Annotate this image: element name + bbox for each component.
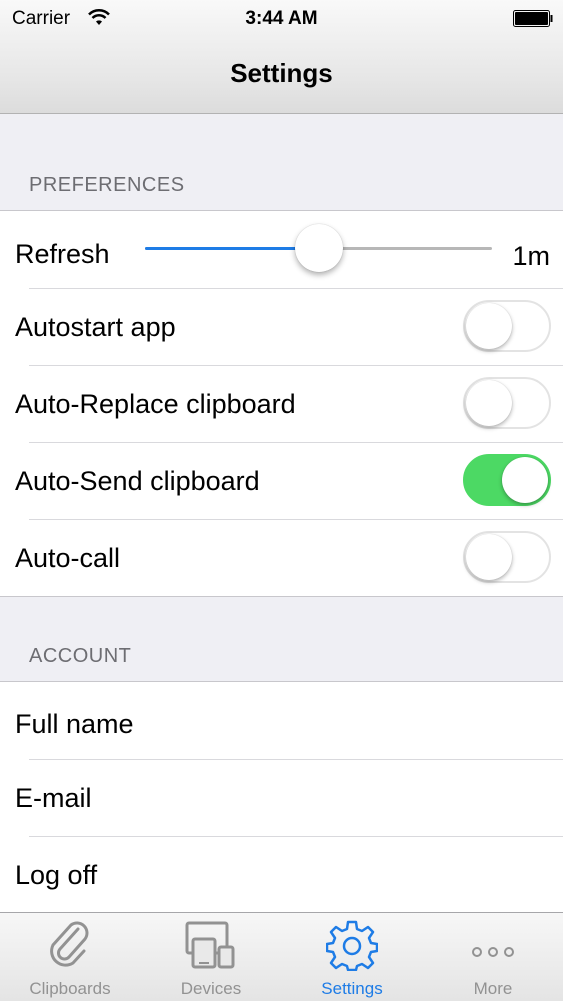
tab-devices-label: Devices: [180, 979, 242, 998]
preferences-header: PREFERENCES: [29, 174, 185, 196]
switch-knob: [466, 380, 512, 426]
account-header: ACCOUNT: [29, 645, 132, 667]
full-name-row[interactable]: Full name: [0, 682, 563, 759]
refresh-slider[interactable]: [145, 224, 492, 272]
auto-send-label: Auto-Send clipboard: [15, 466, 260, 496]
refresh-slider-thumb[interactable]: [294, 224, 343, 272]
auto-replace-label: Auto-Replace clipboard: [15, 389, 296, 419]
switch-knob: [502, 457, 548, 503]
more-icon: [472, 947, 514, 957]
tab-clipboards-label: Clipboards: [29, 979, 111, 998]
auto-send-switch[interactable]: [463, 454, 551, 506]
preferences-group: Refresh 1m Autostart app Auto-Replace cl…: [0, 210, 563, 597]
page-title: Settings: [230, 58, 333, 88]
full-name-label: Full name: [15, 709, 134, 739]
refresh-label: Refresh: [15, 239, 110, 269]
auto-call-switch[interactable]: [463, 531, 551, 583]
autostart-row: Autostart app: [0, 288, 563, 365]
auto-replace-row: Auto-Replace clipboard: [0, 365, 563, 442]
account-group: Full name E-mail Log off: [0, 681, 563, 913]
autostart-label: Autostart app: [15, 312, 176, 342]
status-time: 3:44 AM: [245, 8, 318, 29]
tab-more[interactable]: More: [423, 913, 563, 1001]
log-off-label: Log off: [15, 860, 98, 890]
tab-bar: Clipboards Devices Settings More: [0, 912, 563, 1001]
autostart-switch[interactable]: [463, 300, 551, 352]
battery-icon: [513, 10, 553, 27]
email-row[interactable]: E-mail: [0, 759, 563, 836]
auto-replace-switch[interactable]: [463, 377, 551, 429]
tab-settings[interactable]: Settings: [282, 913, 422, 1001]
auto-call-label: Auto-call: [15, 543, 121, 573]
auto-call-row: Auto-call: [0, 519, 563, 596]
refresh-value: 1m: [512, 241, 550, 271]
switch-knob: [466, 303, 512, 349]
refresh-row: Refresh 1m: [0, 211, 563, 288]
tab-settings-label: Settings: [321, 979, 383, 998]
refresh-slider-fill: [145, 247, 319, 250]
tab-devices[interactable]: Devices: [141, 913, 281, 1001]
tab-clipboards[interactable]: Clipboards: [0, 913, 140, 1001]
status-bar: Carrier 3:44 AM: [0, 0, 563, 38]
paperclip-icon: [50, 921, 89, 967]
email-label: E-mail: [15, 783, 92, 813]
navigation-bar: Carrier 3:44 AM Settings: [0, 0, 563, 114]
gear-icon: [326, 920, 378, 971]
tab-more-label: More: [473, 979, 513, 998]
devices-icon: [185, 921, 235, 969]
log-off-row[interactable]: Log off: [0, 836, 563, 913]
switch-knob: [466, 534, 512, 580]
auto-send-row: Auto-Send clipboard: [0, 442, 563, 519]
